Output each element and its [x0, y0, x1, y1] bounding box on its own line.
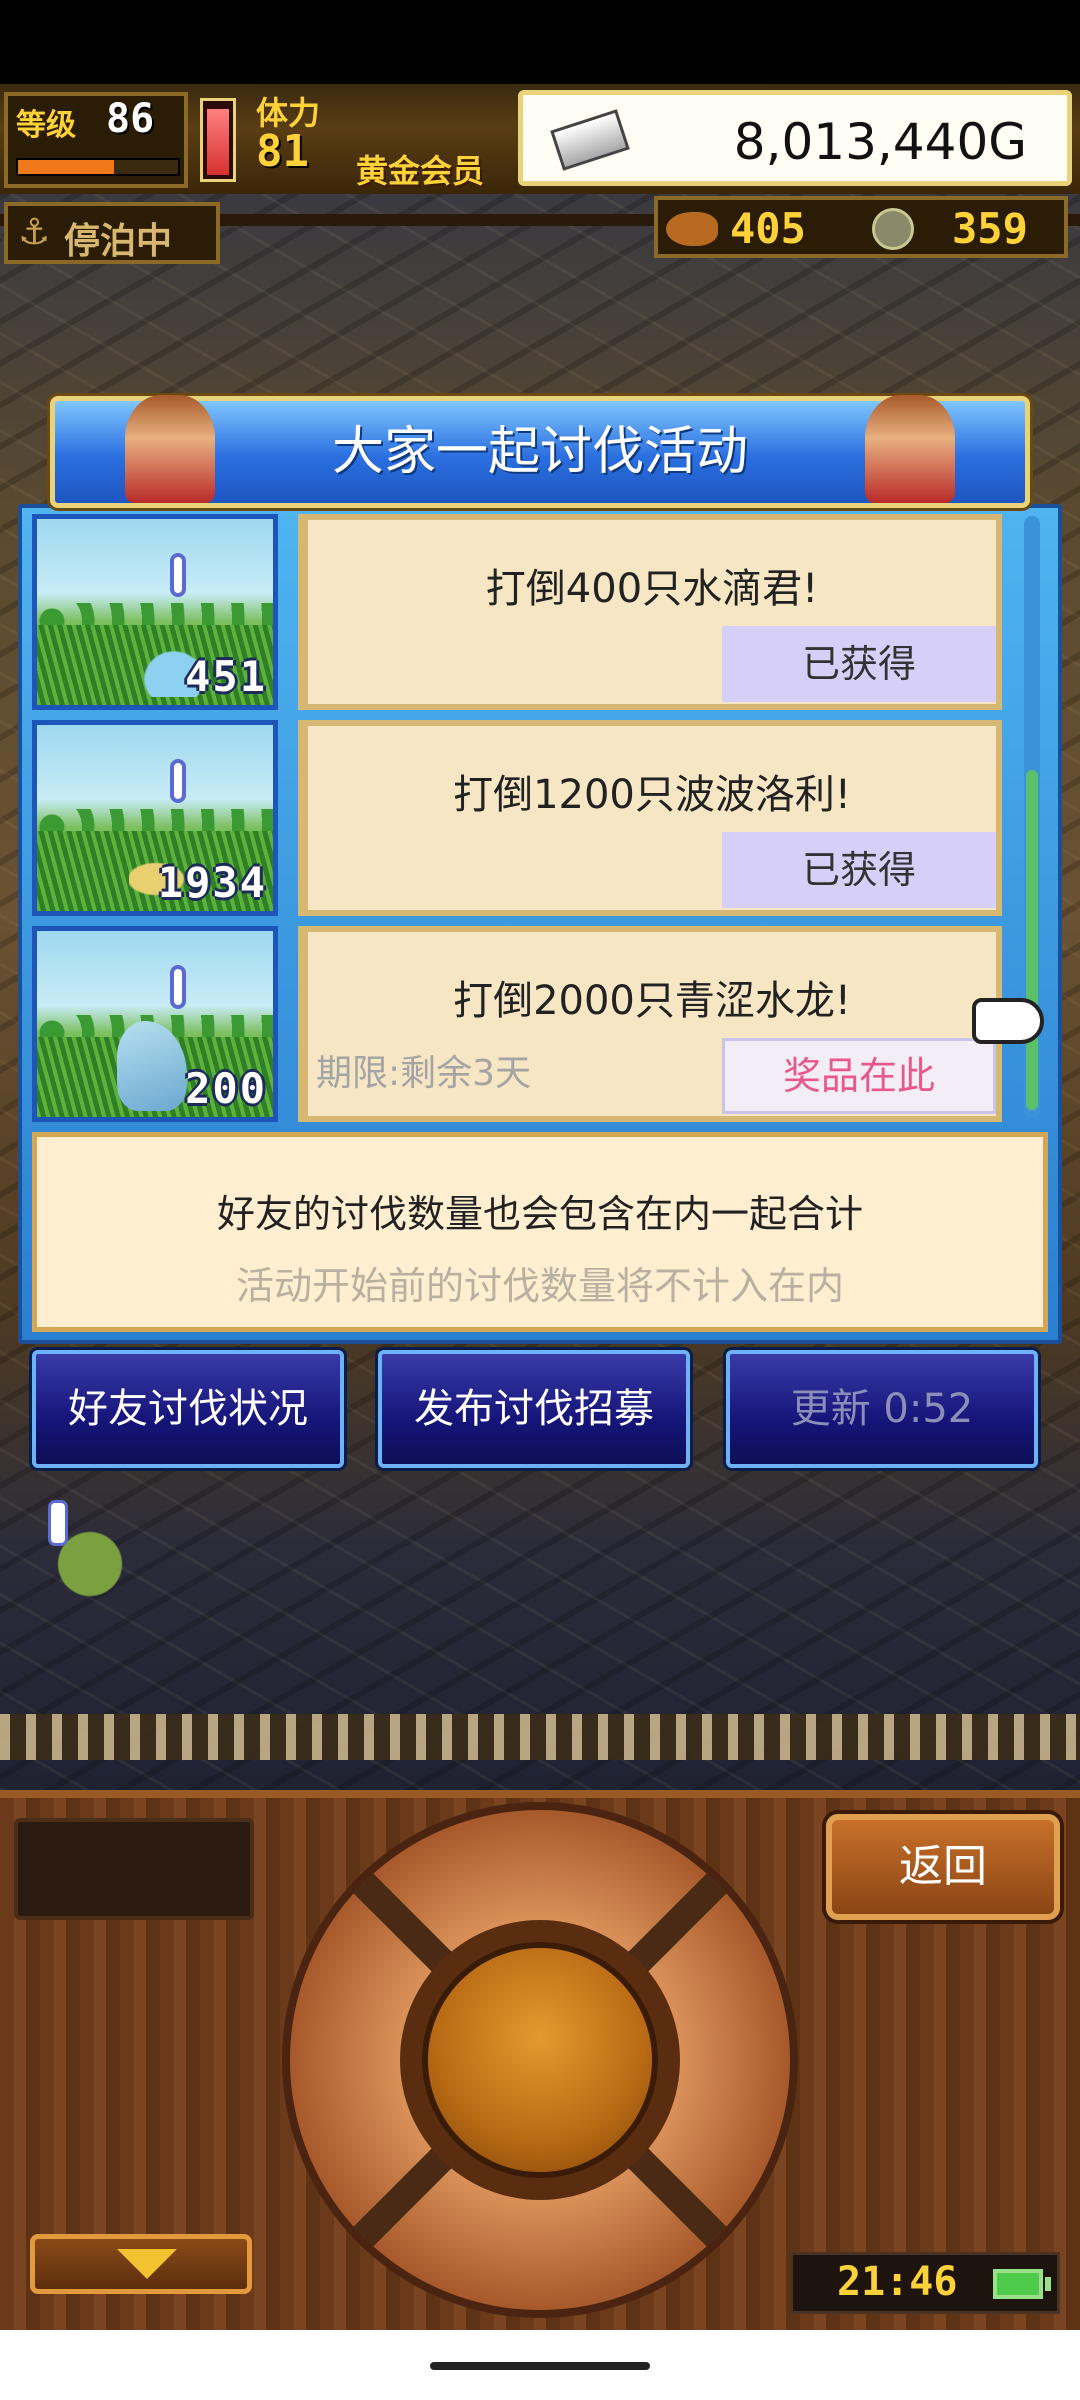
coin-icon	[872, 208, 914, 250]
quest-card: 打倒400只水滴君! 已获得	[298, 514, 1002, 710]
friend-status-button[interactable]: 好友讨伐状况	[32, 1350, 344, 1468]
item-slot	[14, 1818, 254, 1920]
system-status-bar	[0, 0, 1080, 84]
level-label: 等级	[16, 108, 76, 143]
deck-railing	[0, 1714, 1080, 1760]
quest-list: 451 打倒400只水滴君! 已获得 1934 打倒1200只波波洛利! 已获得…	[32, 514, 1022, 1126]
quest-title: 打倒400只水滴君!	[485, 566, 819, 612]
level-progress-fill	[18, 160, 114, 174]
quest-claimed-badge: 已获得	[722, 626, 996, 702]
quest-image: 1934	[32, 720, 278, 916]
level-progress-bar	[16, 158, 180, 176]
quest-deadline: 期限:剩余3天	[316, 1053, 532, 1094]
level-value: 86	[106, 96, 155, 142]
quest-image: 200	[32, 926, 278, 1122]
post-recruit-button[interactable]: 发布讨伐招募	[378, 1350, 690, 1468]
gold-panel: 8,013,440G	[518, 90, 1072, 186]
quest-title: 打倒1200只波波洛利!	[453, 772, 851, 818]
event-info-box: 好友的讨伐数量也会包含在内一起合计 活动开始前的讨伐数量将不计入在内	[32, 1132, 1048, 1332]
exclamation-icon	[170, 759, 186, 803]
kill-count: 200	[185, 1064, 267, 1113]
exclamation-icon	[170, 965, 186, 1009]
silver-ingot-icon	[550, 109, 630, 171]
stamina-gauge	[200, 98, 236, 182]
quest-title: 打倒2000只青涩水龙!	[453, 978, 851, 1024]
fish-icon	[666, 212, 718, 246]
quest-card: 打倒1200只波波洛利! 已获得	[298, 720, 1002, 916]
clock: 21:46	[837, 2259, 958, 2305]
home-gesture-handle[interactable]	[430, 2362, 650, 2370]
scrollbar-thumb[interactable]	[1026, 770, 1038, 1110]
game-hud: 等级 86 体力 81 黄金会员 8,013,440G	[0, 84, 1080, 198]
claim-reward-button[interactable]: 奖品在此	[722, 1038, 996, 1114]
clock-panel: 21:46	[790, 2252, 1060, 2314]
hero-right-icon	[865, 395, 955, 503]
battery-tip	[1045, 2277, 1051, 2291]
kill-count: 451	[185, 652, 267, 701]
quest-claimed-badge: 已获得	[722, 832, 996, 908]
resource-b-value: 359	[952, 204, 1028, 253]
stamina-gauge-fill	[207, 108, 229, 175]
menu-toggle-button[interactable]	[30, 2234, 252, 2294]
exclamation-icon	[170, 553, 186, 597]
resources-panel: 405 359	[654, 196, 1068, 258]
dialog-title-banner: 大家一起讨伐活动	[50, 395, 1030, 508]
info-note-friends: 好友的讨伐数量也会包含在内一起合计	[216, 1192, 863, 1236]
stamina-value: 81	[256, 126, 309, 177]
membership-label: 黄金会员	[356, 152, 485, 190]
dpad-center-button[interactable]	[428, 1948, 652, 2172]
battery-icon	[993, 2269, 1043, 2299]
gold-amount: 8,013,440G	[733, 113, 1027, 171]
anchor-icon: ⚓	[18, 212, 51, 253]
info-note-exclusion: 活动开始前的讨伐数量将不计入在内	[235, 1264, 844, 1308]
npc-exclamation-icon	[48, 1500, 68, 1546]
refresh-button[interactable]: 更新 0:52	[726, 1350, 1038, 1468]
pointer-hand-icon	[972, 998, 1044, 1044]
quest-image: 451	[32, 514, 278, 710]
resource-a-value: 405	[730, 204, 806, 253]
hero-left-icon	[125, 395, 215, 503]
status-panel: ⚓ 停泊中	[4, 202, 220, 264]
quest-card[interactable]: 打倒2000只青涩水龙! 期限:剩余3天 奖品在此	[298, 926, 1002, 1122]
level-panel: 等级 86	[4, 92, 188, 188]
back-button[interactable]: 返回	[826, 1814, 1060, 1920]
status-text: 停泊中	[64, 221, 173, 262]
kill-count: 1934	[157, 858, 267, 907]
chevron-down-icon	[117, 2249, 177, 2279]
